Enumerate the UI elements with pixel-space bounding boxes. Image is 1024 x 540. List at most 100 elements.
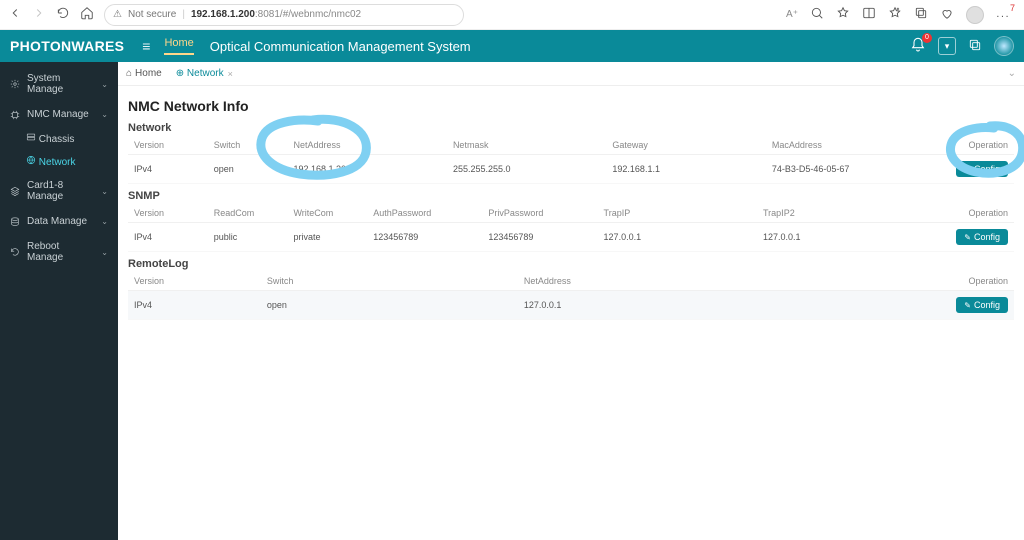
brand[interactable]: PHOTONWARES <box>10 38 124 54</box>
crumb-tab-network[interactable]: ⊕ Network <box>176 68 224 79</box>
nav-home[interactable]: Home <box>164 37 193 55</box>
zoom-icon[interactable] <box>810 6 824 23</box>
sidebar-item-label: Card1-8 Manage <box>27 180 94 202</box>
url-path: :8081/#/webnmc/nmc02 <box>255 9 361 20</box>
col-auth: AuthPassword <box>367 204 482 223</box>
remotelog-table: Version Switch NetAddress Operation IPv4… <box>128 272 1014 320</box>
col-netmask: Netmask <box>447 136 606 155</box>
app-title: Optical Communication Management System <box>210 39 471 54</box>
col-operation: Operation <box>916 204 1014 223</box>
col-netaddress: NetAddress <box>287 136 446 155</box>
sidebar-item-system-manage[interactable]: System Manage ⌄ <box>0 66 118 102</box>
extensions-icon[interactable] <box>940 6 954 23</box>
profile-avatar[interactable] <box>966 6 984 24</box>
crumb-home[interactable]: Home <box>135 68 162 79</box>
cell-netaddress: 127.0.0.1 <box>518 291 917 320</box>
reload-icon[interactable] <box>56 6 70 23</box>
col-macaddress: MacAddress <box>766 136 925 155</box>
sidebar-item-label: System Manage <box>27 73 94 95</box>
bell-icon[interactable]: 0 <box>910 37 926 56</box>
layers-icon <box>10 186 20 196</box>
sidebar-item-label: Data Manage <box>27 216 87 227</box>
collections-icon[interactable] <box>914 6 928 23</box>
table-row: IPv4 open 127.0.0.1 Config <box>128 291 1014 320</box>
sidebar-item-label: Reboot Manage <box>27 241 94 263</box>
col-netaddress: NetAddress <box>518 272 917 291</box>
table-header-row: Version Switch NetAddress Netmask Gatewa… <box>128 136 1014 155</box>
cell-auth: 123456789 <box>367 223 482 252</box>
col-version: Version <box>128 136 208 155</box>
sidebar-item-data-manage[interactable]: Data Manage ⌄ <box>0 209 118 234</box>
chevron-down-icon: ⌄ <box>101 187 108 196</box>
sidebar-item-reboot-manage[interactable]: Reboot Manage ⌄ <box>0 234 118 270</box>
cell-version: IPv4 <box>128 155 208 184</box>
cell-version: IPv4 <box>128 223 208 252</box>
refresh-icon <box>10 247 20 257</box>
col-version: Version <box>128 272 261 291</box>
browser-chrome: ⚠ Not secure | 192.168.1.200:8081/#/webn… <box>0 0 1024 30</box>
server-icon <box>26 132 36 142</box>
config-button[interactable]: Config <box>956 229 1008 245</box>
text-size-icon[interactable]: A⁺ <box>786 9 798 20</box>
cell-mac: 74-B3-D5-46-05-67 <box>766 155 925 184</box>
dropdown-icon[interactable]: ▾ <box>938 37 956 55</box>
sidebar-item-card-manage[interactable]: Card1-8 Manage ⌄ <box>0 173 118 209</box>
config-button[interactable]: Config <box>956 297 1008 313</box>
sidebar-sub-label: Network <box>39 157 76 168</box>
col-writecom: WriteCom <box>287 204 367 223</box>
content-area: ⌂ Home ⊕ Network × ⌄ NMC Network Info Ne… <box>118 62 1024 540</box>
config-button[interactable]: Config <box>956 161 1008 177</box>
app-topbar: PHOTONWARES ≡ Home Optical Communication… <box>0 30 1024 62</box>
col-trapip: TrapIP <box>598 204 757 223</box>
breadcrumb: ⌂ Home ⊕ Network × ⌄ <box>118 62 1024 86</box>
menu-toggle-icon[interactable]: ≡ <box>142 38 150 54</box>
section-network-title: Network <box>128 122 1014 134</box>
forward-icon[interactable] <box>32 6 46 23</box>
user-orb-icon[interactable] <box>994 36 1014 56</box>
home-icon: ⌂ <box>126 68 132 79</box>
cpu-icon <box>10 110 20 120</box>
url-host: 192.168.1.200 <box>191 9 255 20</box>
section-snmp-title: SNMP <box>128 190 1014 202</box>
sidebar-item-label: NMC Manage <box>27 109 89 120</box>
cell-switch: open <box>261 291 518 320</box>
cell-readcom: public <box>208 223 288 252</box>
table-row: IPv4 open 192.168.1.200 255.255.255.0 19… <box>128 155 1014 184</box>
copy-icon[interactable] <box>968 38 982 55</box>
cell-trapip2: 127.0.0.1 <box>757 223 916 252</box>
address-bar[interactable]: ⚠ Not secure | 192.168.1.200:8081/#/webn… <box>104 4 464 26</box>
close-tab-icon[interactable]: × <box>228 69 233 79</box>
col-readcom: ReadCom <box>208 204 288 223</box>
gear-icon <box>10 79 20 89</box>
cell-netaddress: 192.168.1.200 <box>287 155 446 184</box>
more-icon[interactable]: ···7 <box>996 7 1016 23</box>
split-icon[interactable] <box>862 6 876 23</box>
bell-badge: 0 <box>922 33 932 43</box>
table-row: IPv4 public private 123456789 123456789 … <box>128 223 1014 252</box>
star-icon[interactable] <box>836 6 850 23</box>
cell-version: IPv4 <box>128 291 261 320</box>
chevron-down-icon: ⌄ <box>101 110 108 119</box>
network-table: Version Switch NetAddress Netmask Gatewa… <box>128 136 1014 184</box>
cell-switch: open <box>208 155 288 184</box>
home-icon[interactable] <box>80 6 94 23</box>
col-version: Version <box>128 204 208 223</box>
insecure-icon: ⚠ <box>113 9 122 20</box>
insecure-label: Not secure <box>128 9 176 20</box>
cell-writecom: private <box>287 223 367 252</box>
chevron-down-icon: ⌄ <box>101 80 108 89</box>
col-operation: Operation <box>917 272 1014 291</box>
col-operation: Operation <box>925 136 1014 155</box>
sidebar-sub-network[interactable]: Network <box>0 150 118 173</box>
sidebar: System Manage ⌄ NMC Manage ⌄ Chassis Net… <box>0 62 118 540</box>
back-icon[interactable] <box>8 6 22 23</box>
expand-icon[interactable]: ⌄ <box>1008 68 1016 79</box>
sidebar-item-nmc-manage[interactable]: NMC Manage ⌄ <box>0 102 118 127</box>
col-gateway: Gateway <box>606 136 765 155</box>
favorites-icon[interactable] <box>888 6 902 23</box>
cell-trapip: 127.0.0.1 <box>598 223 757 252</box>
sidebar-sub-label: Chassis <box>39 134 75 145</box>
chevron-down-icon: ⌄ <box>101 248 108 257</box>
sidebar-sub-chassis[interactable]: Chassis <box>0 127 118 150</box>
cell-priv: 123456789 <box>482 223 597 252</box>
